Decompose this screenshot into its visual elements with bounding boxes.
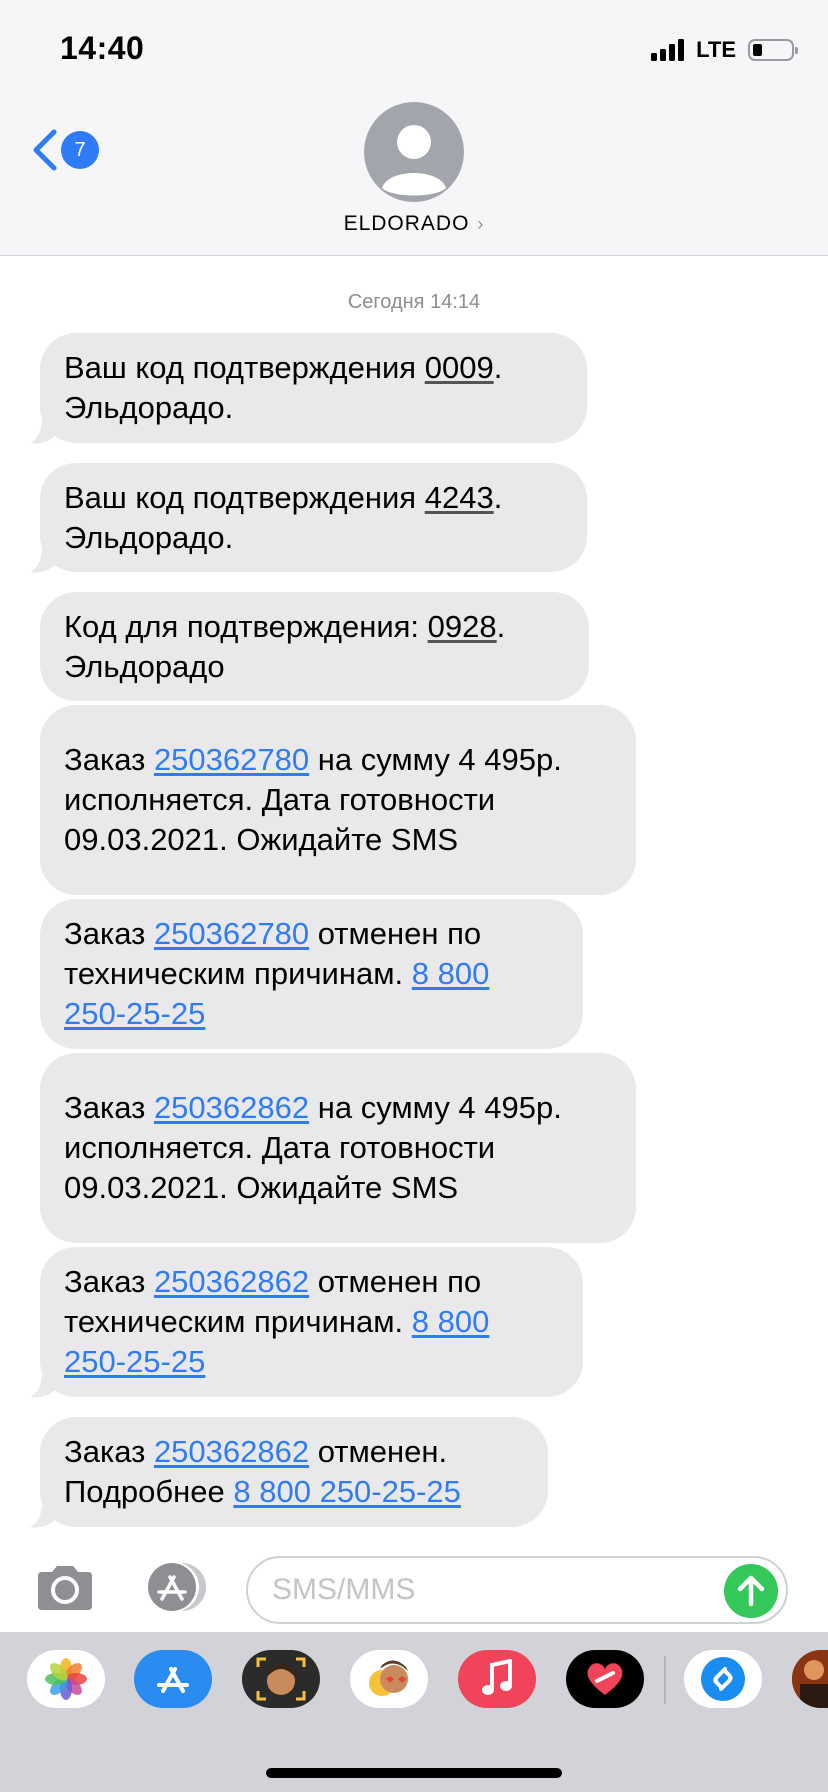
verification-code[interactable]: 4243 — [425, 480, 494, 515]
status-time: 14:40 — [60, 30, 145, 66]
send-button[interactable] — [724, 1564, 778, 1618]
message-bubble[interactable]: Заказ 250362780 на сумму 4 495р. исполня… — [40, 705, 636, 895]
message-text: Заказ 250362862 на сумму 4 495р. исполня… — [64, 1088, 612, 1208]
chevron-left-icon — [33, 129, 57, 171]
order-number-link[interactable]: 250362780 — [154, 742, 309, 777]
message-bubble[interactable]: Заказ 250362862 на сумму 4 495р. исполня… — [40, 1053, 636, 1243]
battery-icon — [748, 39, 798, 61]
app-drawer-divider — [664, 1656, 666, 1704]
verification-code[interactable]: 0009 — [425, 350, 494, 385]
message-text: Заказ 250362780 отменен по техническим п… — [64, 914, 559, 1034]
message-text: Заказ 250362862 отменен по техническим п… — [64, 1262, 559, 1382]
unread-count-badge: 7 — [61, 131, 99, 169]
order-number-link[interactable]: 250362862 — [154, 1090, 309, 1125]
message-text-segment: Заказ — [64, 742, 154, 777]
camera-icon[interactable] — [34, 1564, 96, 1612]
bubble-tail — [30, 417, 56, 444]
conversation-header: 14:40 LTE 7 ELDORADO › — [0, 0, 828, 256]
message-input-container — [246, 1556, 788, 1624]
network-type: LTE — [696, 37, 736, 62]
bubble-tail — [30, 1371, 56, 1398]
message-text: Заказ 250362780 на сумму 4 495р. исполня… — [64, 740, 612, 860]
message-bubble[interactable]: Код для подтверждения: 0928. Эльдорадо — [40, 592, 589, 701]
game-icon[interactable] — [792, 1650, 828, 1708]
thread-date-label: Сегодня 14:14 — [347, 291, 481, 313]
animoji-icon[interactable] — [350, 1650, 428, 1708]
message-text: Код для подтверждения: 0928. Эльдорадо — [64, 607, 565, 687]
message-text-segment: Заказ — [64, 916, 154, 951]
photos-icon[interactable] — [27, 1650, 105, 1708]
order-number-link[interactable]: 250362862 — [154, 1264, 309, 1299]
message-text-segment: Код для подтверждения: — [64, 608, 428, 644]
message-input[interactable] — [272, 1558, 712, 1622]
order-number-link[interactable]: 250362862 — [154, 1434, 309, 1469]
contact-name: ELDORADO — [343, 212, 470, 235]
digital-touch-icon[interactable] — [566, 1650, 644, 1708]
message-bubble[interactable]: Заказ 250362862 отменен. Подробнее 8 800… — [40, 1417, 548, 1527]
contact-name-button[interactable]: ELDORADO › — [0, 212, 828, 236]
arrow-up-icon — [737, 1575, 765, 1607]
message-bubble[interactable]: Ваш код подтверждения 0009. Эльдорадо. — [40, 333, 587, 443]
message-text: Ваш код подтверждения 4243. Эльдорадо. — [64, 478, 563, 558]
message-bubble[interactable]: Заказ 250362862 отменен по техническим п… — [40, 1247, 583, 1397]
chevron-right-icon: › — [477, 213, 485, 234]
app-store-icon[interactable] — [134, 1650, 212, 1708]
message-composer — [0, 1540, 828, 1632]
imessage-app-drawer — [0, 1632, 828, 1792]
message-text-segment: Ваш код подтверждения — [64, 479, 425, 515]
message-text-segment: Ваш код подтверждения — [64, 350, 425, 385]
music-icon[interactable] — [458, 1650, 536, 1708]
back-button[interactable]: 7 — [30, 128, 99, 172]
contact-avatar[interactable] — [364, 102, 464, 202]
app-store-apps-icon[interactable] — [140, 1561, 212, 1613]
memoji-icon[interactable] — [242, 1650, 320, 1708]
message-text: Ваш код подтверждения 0009. Эльдорадо. — [64, 348, 563, 428]
home-indicator[interactable] — [266, 1768, 562, 1778]
order-number-link[interactable]: 250362780 — [154, 916, 309, 951]
bubble-tail — [30, 1501, 56, 1528]
shazam-icon[interactable] — [684, 1650, 762, 1708]
phone-link[interactable]: 8 800 250-25-25 — [233, 1474, 461, 1509]
bubble-tail — [30, 546, 56, 573]
message-bubble[interactable]: Заказ 250362780 отменен по техническим п… — [40, 899, 583, 1049]
message-bubble[interactable]: Ваш код подтверждения 4243. Эльдорадо. — [40, 463, 587, 572]
cellular-signal-icon — [651, 39, 685, 61]
message-text-segment: Заказ — [64, 1090, 154, 1125]
message-text-segment: Заказ — [64, 1264, 154, 1299]
status-indicators: LTE — [651, 36, 798, 64]
verification-code[interactable]: 0928 — [428, 609, 497, 644]
person-icon — [382, 125, 446, 196]
message-text-segment: Заказ — [64, 1434, 154, 1469]
message-text: Заказ 250362862 отменен. Подробнее 8 800… — [64, 1432, 524, 1512]
